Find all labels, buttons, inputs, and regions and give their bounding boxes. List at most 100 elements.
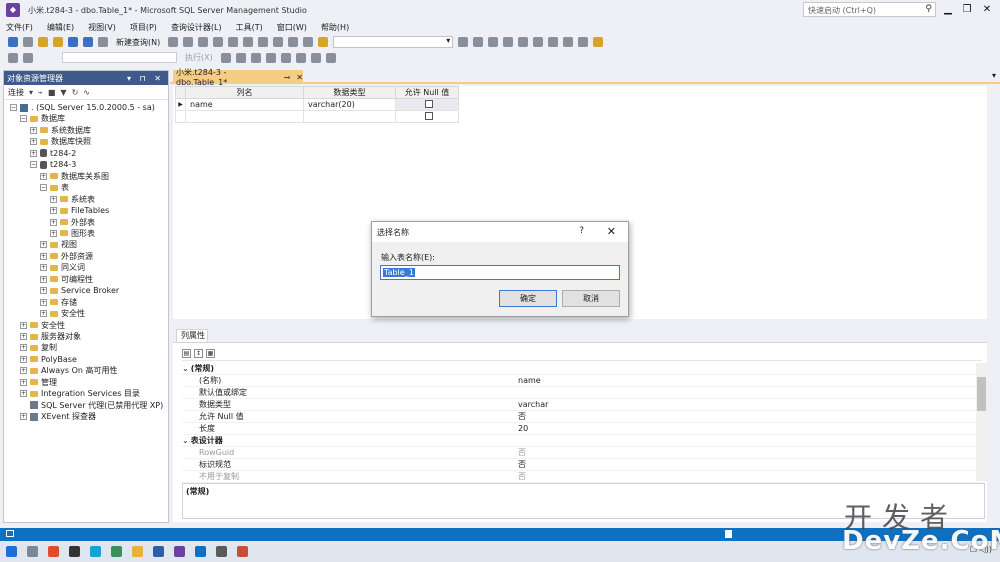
- menu-query-designer[interactable]: 查询设计器(L): [171, 22, 222, 33]
- tree-node[interactable]: − 数据库: [20, 113, 65, 124]
- property-row[interactable]: 允许 Null 值 否: [182, 411, 985, 423]
- collapse-icon[interactable]: ⌄: [182, 436, 189, 445]
- collapse-icon[interactable]: −: [30, 161, 37, 169]
- tree-node[interactable]: + Always On 高可用性: [20, 365, 118, 376]
- allow-null-cell[interactable]: [395, 110, 459, 123]
- expand-icon[interactable]: +: [20, 333, 27, 340]
- collapse-icon[interactable]: −: [40, 184, 47, 192]
- property-row[interactable]: 不用于复制 否: [182, 471, 985, 483]
- paste-icon[interactable]: [258, 37, 269, 47]
- windows-start-icon[interactable]: [6, 546, 17, 557]
- expand-icon[interactable]: +: [50, 229, 57, 237]
- expand-icon[interactable]: +: [30, 138, 37, 146]
- tree-node[interactable]: SQL Server 代理(已禁用代理 XP): [20, 400, 163, 411]
- allow-null-checkbox[interactable]: [425, 111, 433, 120]
- menu-tools[interactable]: 工具(T): [236, 22, 263, 33]
- file-explorer-icon[interactable]: [132, 546, 143, 557]
- tab-list-dropdown-icon[interactable]: ▾: [992, 71, 996, 80]
- tree-node[interactable]: + 服务器对象: [20, 331, 81, 342]
- pin-icon[interactable]: ⊸: [284, 73, 291, 82]
- properties-scrollbar[interactable]: [976, 363, 987, 481]
- tree-node[interactable]: + Integration Services 目录: [20, 388, 140, 399]
- new-query-icon[interactable]: [98, 37, 108, 47]
- new-project-icon[interactable]: [38, 37, 48, 47]
- expand-icon[interactable]: +: [50, 207, 57, 215]
- column-properties-tab[interactable]: 列属性: [176, 329, 208, 342]
- open-folder-icon[interactable]: [53, 37, 63, 47]
- expand-icon[interactable]: +: [20, 321, 27, 329]
- expand-icon[interactable]: +: [40, 287, 47, 295]
- collapse-icon[interactable]: −: [10, 104, 17, 111]
- tree-node[interactable]: + PolyBase: [20, 354, 77, 365]
- registered-servers-icon[interactable]: [518, 37, 529, 47]
- tree-node[interactable]: + 系统数据库: [30, 125, 91, 136]
- tree-node[interactable]: + Service Broker: [40, 285, 119, 296]
- tree-node[interactable]: + 安全性: [40, 308, 85, 319]
- cut-icon[interactable]: [228, 37, 239, 47]
- expand-icon[interactable]: +: [40, 275, 47, 283]
- scrollbar-thumb[interactable]: [977, 377, 986, 411]
- find-icon[interactable]: [318, 37, 329, 47]
- connect-icon[interactable]: [8, 52, 18, 63]
- tree-node[interactable]: + 外部表: [50, 217, 95, 228]
- property-row[interactable]: 默认值或绑定: [182, 387, 985, 399]
- mdx-query-icon[interactable]: [183, 37, 194, 47]
- expand-icon[interactable]: +: [40, 264, 47, 272]
- activity-icon[interactable]: ∿: [83, 88, 90, 97]
- property-category[interactable]: ⌄ (常规): [182, 363, 985, 375]
- expand-icon[interactable]: +: [40, 310, 47, 318]
- table-row[interactable]: [175, 110, 459, 123]
- db-query-icon[interactable]: [168, 37, 179, 47]
- dmx-query-icon[interactable]: [198, 37, 209, 47]
- property-row[interactable]: RowGuid 否: [182, 447, 985, 459]
- refresh-icon[interactable]: ↻: [72, 88, 79, 97]
- app-icon[interactable]: [153, 546, 164, 557]
- back-icon[interactable]: [8, 37, 18, 47]
- expand-icon[interactable]: +: [20, 378, 27, 386]
- expand-icon[interactable]: +: [40, 241, 47, 249]
- connect-icon[interactable]: ▾: [29, 88, 33, 97]
- properties-icon[interactable]: [473, 37, 484, 47]
- expand-icon[interactable]: +: [40, 252, 47, 260]
- template-explorer-icon[interactable]: [533, 37, 544, 47]
- cancel-button[interactable]: 取消: [562, 290, 620, 307]
- object-explorer-details-icon[interactable]: [548, 37, 559, 47]
- tree-node[interactable]: − 表: [40, 182, 69, 193]
- display-plan-icon[interactable]: [250, 52, 261, 63]
- property-value[interactable]: name: [518, 376, 541, 385]
- tree-node[interactable]: + 图形表: [50, 228, 95, 239]
- expand-icon[interactable]: +: [30, 126, 37, 134]
- quick-launch-input[interactable]: 快速启动 (Ctrl+Q) ⚲: [803, 2, 936, 17]
- tree-node[interactable]: + 安全性: [20, 320, 65, 331]
- expand-icon[interactable]: +: [30, 149, 37, 157]
- stop-icon[interactable]: ■: [48, 88, 56, 97]
- data-type-cell[interactable]: varchar(20): [303, 98, 396, 111]
- categorized-icon[interactable]: ▤: [182, 349, 191, 358]
- help-button[interactable]: ?: [579, 226, 584, 236]
- activity-monitor-icon[interactable]: [303, 37, 314, 47]
- column-name-cell[interactable]: name: [185, 98, 304, 111]
- property-value[interactable]: varchar: [518, 400, 548, 409]
- results-grid-icon[interactable]: [280, 52, 291, 63]
- tree-node[interactable]: + 复制: [20, 342, 57, 353]
- database-combo[interactable]: [62, 52, 177, 63]
- tree-node[interactable]: + 管理: [20, 377, 57, 388]
- close-icon[interactable]: ✕: [607, 225, 616, 238]
- save-all-icon[interactable]: [83, 37, 93, 47]
- edge-icon[interactable]: [90, 546, 101, 557]
- customize-icon[interactable]: [593, 37, 604, 47]
- property-value[interactable]: 否: [518, 471, 526, 482]
- tree-node[interactable]: + 外部资源: [40, 251, 93, 262]
- indent-icon[interactable]: [325, 52, 336, 63]
- property-row[interactable]: 标识规范 否: [182, 459, 985, 471]
- ok-button[interactable]: 确定: [499, 290, 557, 307]
- close-tab-icon[interactable]: ✕: [296, 73, 303, 82]
- expand-icon[interactable]: +: [20, 344, 27, 352]
- comment-icon[interactable]: [295, 52, 306, 63]
- copy-icon[interactable]: [243, 37, 254, 47]
- expand-icon[interactable]: +: [20, 413, 27, 421]
- forward-icon[interactable]: [23, 37, 33, 47]
- tree-node[interactable]: − t284-3: [30, 159, 76, 170]
- solution-explorer-icon[interactable]: [458, 37, 469, 47]
- change-connection-icon[interactable]: [23, 52, 33, 63]
